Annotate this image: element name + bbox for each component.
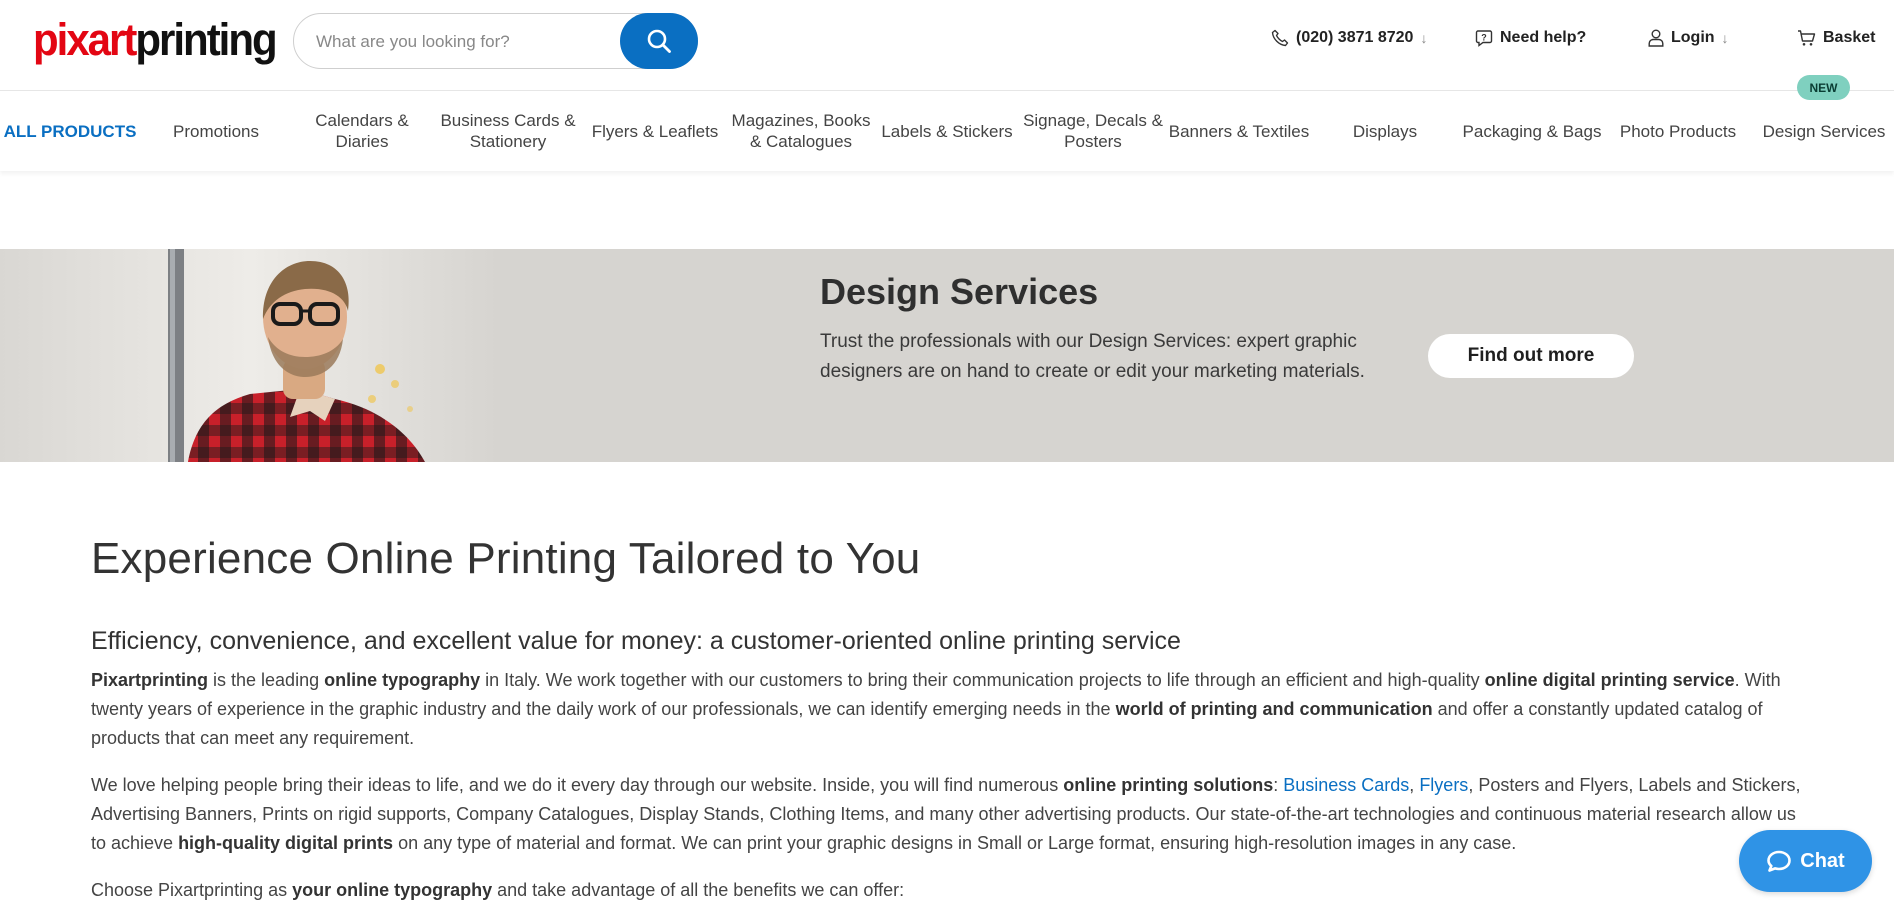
banner-title: Design Services (820, 271, 1099, 312)
help-icon: ? (1475, 30, 1493, 47)
bold-text: online digital printing service (1484, 670, 1735, 690)
basket-label: Basket (1823, 29, 1876, 46)
benefits-paragraph: Choose Pixartprinting as your online typ… (91, 876, 1811, 905)
intro-paragraph: Pixartprinting is the leading online typ… (91, 666, 1811, 753)
pixartprinting-logo[interactable]: pixart printing (33, 14, 278, 65)
need-help-link[interactable]: ? Need help? (1475, 29, 1586, 47)
search-input[interactable] (314, 14, 608, 70)
body-text: Choose Pixartprinting as (91, 880, 293, 900)
design-services-banner: Design Services Trust the professionals … (0, 249, 1894, 462)
main-navigation: ALL PRODUCTS Promotions Calendars & Diar… (0, 91, 1894, 171)
page-subheading: Efficiency, convenience, and excellent v… (91, 627, 1181, 655)
need-help-label: Need help? (1500, 29, 1587, 46)
chat-label: Chat (1800, 849, 1845, 872)
body-text: is the leading (208, 670, 325, 690)
phone-icon (1271, 29, 1289, 47)
nav-item-all-products[interactable]: ALL PRODUCTS (0, 91, 143, 171)
basket-icon (1798, 30, 1816, 46)
nav-item-design-services[interactable]: Design Services (1751, 91, 1894, 171)
find-out-more-button[interactable]: Find out more (1428, 334, 1634, 378)
designer-portrait-image (0, 249, 500, 462)
body-text: in Italy. We work together with our cust… (480, 670, 1485, 690)
chat-button[interactable]: Chat (1739, 830, 1872, 892)
nav-item-business-cards[interactable]: Business Cards & Stationery (435, 91, 581, 171)
search-bar (293, 13, 698, 70)
solutions-paragraph: We love helping people bring their ideas… (91, 771, 1811, 858)
logo-part-red: pixart (33, 14, 137, 65)
nav-item-calendars-diaries[interactable]: Calendars & Diaries (289, 91, 435, 171)
page-heading: Experience Online Printing Tailored to Y… (91, 534, 921, 583)
login-link[interactable]: Login ↓ (1648, 29, 1729, 47)
nav-item-banners-textiles[interactable]: Banners & Textiles (1166, 91, 1312, 171)
body-text: : (1273, 775, 1284, 795)
search-icon (647, 29, 671, 53)
body-text: and take advantage of all the benefits w… (492, 880, 905, 900)
nav-item-packaging-bags[interactable]: Packaging & Bags (1459, 91, 1605, 171)
bold-text: your online typography (292, 880, 493, 900)
body-text: on any type of material and format. We c… (393, 833, 1517, 853)
new-badge: NEW (1797, 75, 1850, 100)
phone-number: (020) 3871 8720 (1296, 29, 1414, 46)
search-button[interactable] (620, 13, 698, 69)
business-cards-link[interactable]: Business Cards (1283, 775, 1409, 795)
bold-text: Pixartprinting (91, 670, 209, 690)
nav-item-flyers-leaflets[interactable]: Flyers & Leaflets (582, 91, 728, 171)
login-label: Login (1671, 29, 1715, 46)
basket-link[interactable]: Basket (1797, 29, 1875, 47)
banner-description: Trust the professionals with our Design … (820, 331, 1365, 382)
flyers-link[interactable]: Flyers (1419, 775, 1468, 795)
nav-item-displays[interactable]: Displays (1312, 91, 1458, 171)
arrow-down-icon: ↓ (1721, 30, 1729, 46)
nav-item-magazines-books[interactable]: Magazines, Books & Catalogues (728, 91, 874, 171)
site-header: pixartprinting (020) 3871 8720 ↓ ? Need … (0, 0, 1894, 91)
nav-item-photo-products[interactable]: Photo Products (1605, 91, 1751, 171)
nav-item-signage-decals[interactable]: Signage, Decals & Posters (1020, 91, 1166, 171)
body-text: , (1409, 775, 1420, 795)
bold-text: online typography (324, 670, 481, 690)
bold-text: online printing solutions (1063, 775, 1274, 795)
phone-link[interactable]: (020) 3871 8720 ↓ (1271, 29, 1427, 47)
svg-text:?: ? (1481, 32, 1487, 42)
arrow-down-icon: ↓ (1420, 30, 1428, 46)
bold-text: world of printing and communication (1115, 699, 1433, 719)
user-icon (1648, 29, 1664, 47)
nav-item-labels-stickers[interactable]: Labels & Stickers (874, 91, 1020, 171)
nav-item-promotions[interactable]: Promotions (143, 91, 289, 171)
chat-bubble-icon (1767, 850, 1792, 872)
logo-part-black: printing (135, 14, 277, 65)
bold-text: high-quality digital prints (178, 833, 394, 853)
body-text: We love helping people bring their ideas… (91, 775, 1064, 795)
